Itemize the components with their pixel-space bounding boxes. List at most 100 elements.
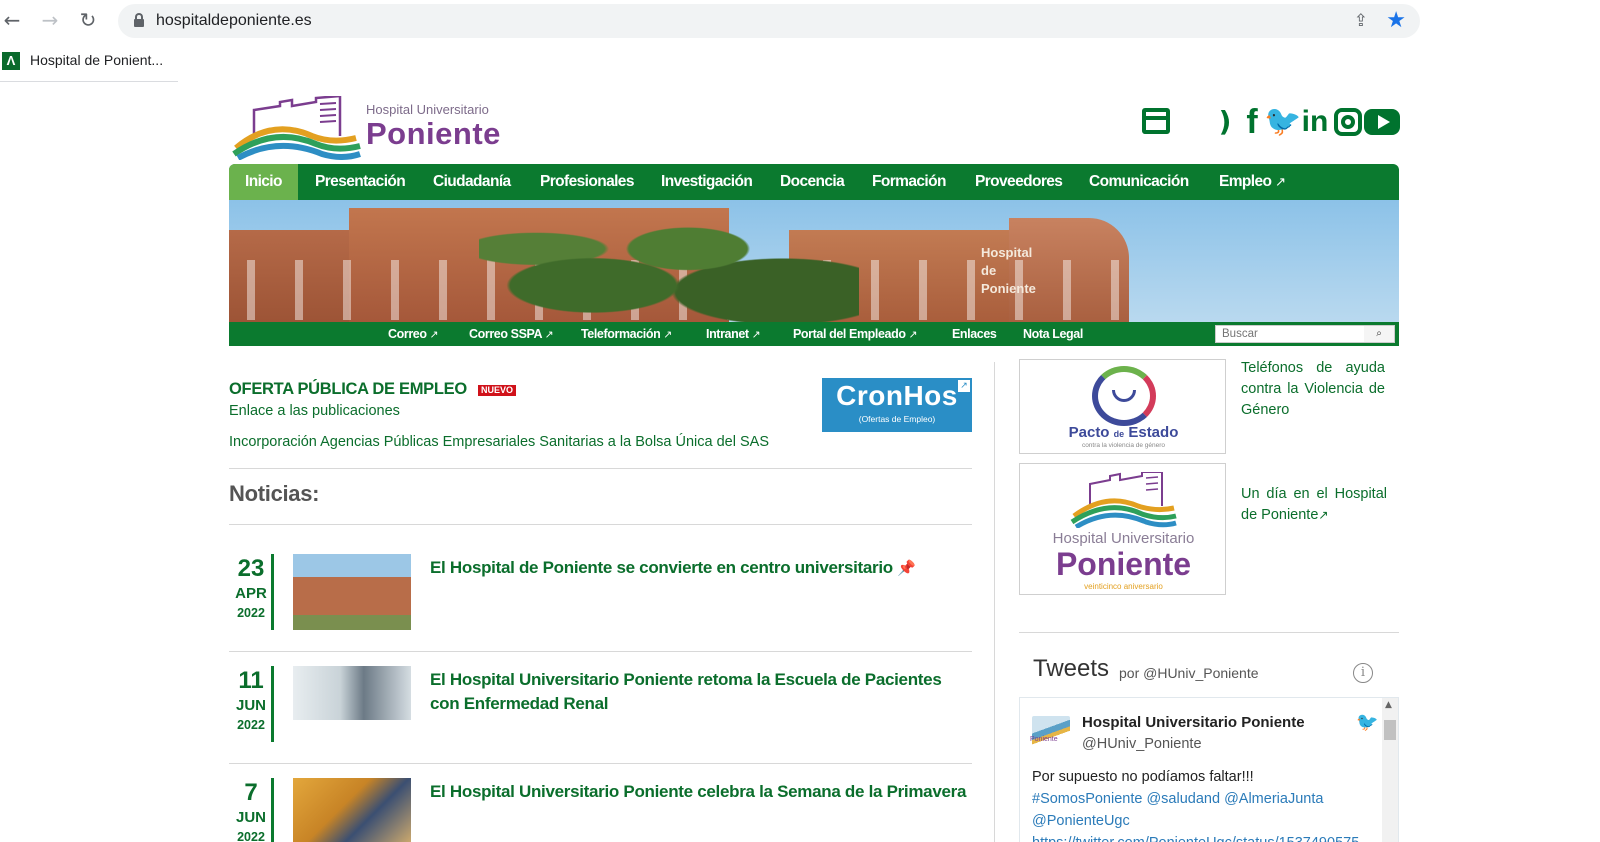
violence-helpline-link[interactable]: Teléfonos de ayuda contra la Violencia d… — [1241, 358, 1385, 421]
external-link-icon: ↗ — [751, 328, 761, 341]
subnav-correo-sspa[interactable]: Correo SSPA ↗ — [469, 322, 554, 346]
nav-comunicacion[interactable]: Comunicación — [1073, 164, 1205, 200]
lock-icon — [134, 13, 144, 27]
twitter-widget: Tweets por @HUniv_Poniente i Poniente Ho… — [1019, 632, 1399, 842]
main-navigation: Inicio Presentación Ciudadanía Profesion… — [229, 164, 1399, 200]
twitter-bird-icon[interactable]: 🐦 — [1356, 712, 1378, 733]
hero-banner-image: Hospital de Poniente — [229, 200, 1399, 322]
news-date: 23 APR 2022 — [235, 555, 267, 620]
poniente-card-subtitle: Hospital Universitario — [1052, 530, 1195, 547]
bookmark-star-icon[interactable]: ★ — [1386, 8, 1406, 33]
tweet-author-name[interactable]: Hospital Universitario Poniente — [1082, 714, 1305, 731]
search-input[interactable] — [1216, 326, 1364, 342]
tweet-text: Por supuesto no podíamos faltar!!! #Somo… — [1032, 766, 1372, 842]
news-item[interactable]: 7 JUN 2022 El Hospital Universitario Pon… — [229, 778, 972, 842]
subnav-teleformacion[interactable]: Teleformación ↗ — [581, 322, 672, 346]
palm-trees — [479, 200, 859, 322]
hospital-building-logo-icon — [232, 94, 361, 161]
search-box: ⌕ — [1215, 325, 1395, 343]
divider — [229, 651, 972, 652]
browser-toolbar: ← → ↻ hospitaldeponiente.es ⇪ ★ — [0, 0, 1600, 42]
offer-title[interactable]: OFERTA PÚBLICA DE EMPLEO — [229, 380, 467, 399]
external-link-icon: ↗ — [1318, 508, 1329, 522]
news-item[interactable]: 11 JUN 2022 El Hospital Universitario Po… — [229, 666, 972, 766]
reload-icon[interactable]: ↻ — [76, 8, 100, 32]
tweet-author-handle[interactable]: @HUniv_Poniente — [1082, 736, 1202, 752]
divider — [229, 763, 972, 764]
building-sign: Hospital de Poniente — [981, 245, 1036, 296]
nav-ciudadania[interactable]: Ciudadanía — [417, 164, 527, 200]
news-thumbnail[interactable] — [293, 666, 411, 720]
facebook-icon[interactable]: f — [1240, 104, 1264, 140]
external-link-icon: ↗ — [1275, 175, 1286, 190]
tweets-by-handle[interactable]: por @HUniv_Poniente — [1119, 665, 1259, 681]
subnav-correo[interactable]: Correo ↗ — [388, 322, 439, 346]
external-link-icon: ↗ — [429, 328, 439, 341]
un-dia-hospital-link[interactable]: Un día en el Hospital de Poniente↗ — [1241, 484, 1387, 526]
nav-formacion[interactable]: Formación — [856, 164, 962, 200]
tweet-link[interactable]: https://twitter.com/PonienteUgc/status/1… — [1032, 832, 1372, 842]
divider — [229, 524, 972, 525]
nav-empleo[interactable]: Empleo ↗ — [1203, 164, 1302, 200]
poniente-anniversary-banner[interactable]: Hospital Universitario Poniente veintici… — [1019, 463, 1226, 595]
news-item[interactable]: 23 APR 2022 El Hospital de Poniente se c… — [229, 554, 972, 654]
back-arrow-icon[interactable]: ← — [0, 8, 24, 32]
search-icon[interactable]: ⌕ — [1364, 326, 1394, 342]
tweet-scrollbar[interactable]: ▲ — [1382, 698, 1398, 842]
info-icon[interactable]: i — [1353, 663, 1373, 683]
nav-presentacion[interactable]: Presentación — [299, 164, 421, 200]
rss-icon[interactable]: ) — [1210, 104, 1240, 140]
pacto-title: Pacto de Estado — [1068, 424, 1179, 441]
pacto-estado-banner[interactable]: Pacto de Estado contra la violencia de g… — [1019, 359, 1226, 454]
news-date: 7 JUN 2022 — [235, 779, 266, 842]
news-thumbnail[interactable] — [293, 778, 411, 842]
forward-arrow-icon[interactable]: → — [38, 8, 62, 32]
bookmark-item[interactable]: Hospital de Ponient... — [30, 52, 163, 68]
address-bar[interactable]: hospitaldeponiente.es ⇪ ★ — [118, 4, 1420, 38]
mail-icon[interactable] — [1142, 104, 1172, 140]
linkedin-icon[interactable]: in — [1298, 104, 1332, 140]
url-text[interactable]: hospitaldeponiente.es — [156, 12, 312, 30]
offer-incorporation-link[interactable]: Incorporación Agencias Públicas Empresar… — [229, 434, 769, 450]
subnav-nota-legal[interactable]: Nota Legal — [1023, 322, 1083, 346]
cronhos-title: CronHos — [836, 380, 958, 411]
cronhos-subtitle: (Ofertas de Empleo) — [858, 414, 936, 424]
nav-profesionales[interactable]: Profesionales — [524, 164, 650, 200]
secondary-navigation: Correo ↗ Correo SSPA ↗ Teleformación ↗ I… — [229, 322, 1399, 346]
scroll-up-icon[interactable]: ▲ — [1385, 700, 1392, 710]
news-thumbnail[interactable] — [293, 554, 411, 630]
news-date: 11 JUN 2022 — [235, 667, 266, 732]
external-link-icon: ↗ — [544, 328, 554, 341]
junta-andalucia-favicon-icon: Λ — [2, 52, 20, 70]
offer-publications-link[interactable]: Enlace a las publicaciones — [229, 403, 400, 419]
news-title[interactable]: El Hospital Universitario Poniente retom… — [430, 668, 970, 716]
news-date-bar — [271, 554, 274, 630]
hospital-building-logo-icon — [1070, 472, 1177, 528]
subnav-enlaces[interactable]: Enlaces — [952, 322, 997, 346]
logo-title: Poniente — [366, 116, 501, 151]
news-date-bar — [271, 778, 274, 842]
subnav-intranet[interactable]: Intranet ↗ — [706, 322, 761, 346]
youtube-icon[interactable] — [1364, 104, 1400, 140]
site-logo[interactable]: Hospital Universitario Poniente — [232, 94, 512, 161]
tweets-heading: Tweets — [1033, 655, 1110, 682]
external-link-icon: ↗ — [908, 328, 918, 341]
bookmark-bar: Λ Hospital de Ponient... — [0, 46, 178, 82]
pacto-subtitle: contra la violencia de género — [1081, 442, 1166, 449]
scrollbar-thumb[interactable] — [1384, 720, 1396, 740]
twitter-icon[interactable]: 🐦 — [1264, 104, 1301, 140]
nav-proveedores[interactable]: Proveedores — [959, 164, 1078, 200]
tweet-hashtags[interactable]: #SomosPoniente @saludand @AlmeriaJunta @… — [1032, 788, 1372, 832]
share-icon[interactable]: ⇪ — [1354, 11, 1368, 31]
news-title[interactable]: El Hospital Universitario Poniente celeb… — [430, 780, 970, 804]
instagram-icon[interactable] — [1332, 104, 1362, 140]
news-title[interactable]: El Hospital de Poniente se convierte en … — [430, 556, 970, 580]
nav-docencia[interactable]: Docencia — [764, 164, 860, 200]
poniente-card-anniversary: veinticinco aniversario — [1084, 582, 1163, 591]
cronhos-banner[interactable]: CronHos (Ofertas de Empleo) ↗ — [822, 378, 972, 432]
subnav-portal-empleado[interactable]: Portal del Empleado ↗ — [793, 322, 918, 346]
nav-inicio[interactable]: Inicio — [229, 164, 298, 200]
tweet-feed[interactable]: Poniente Hospital Universitario Poniente… — [1019, 697, 1399, 842]
nav-investigacion[interactable]: Investigación — [645, 164, 768, 200]
divider — [229, 468, 972, 469]
